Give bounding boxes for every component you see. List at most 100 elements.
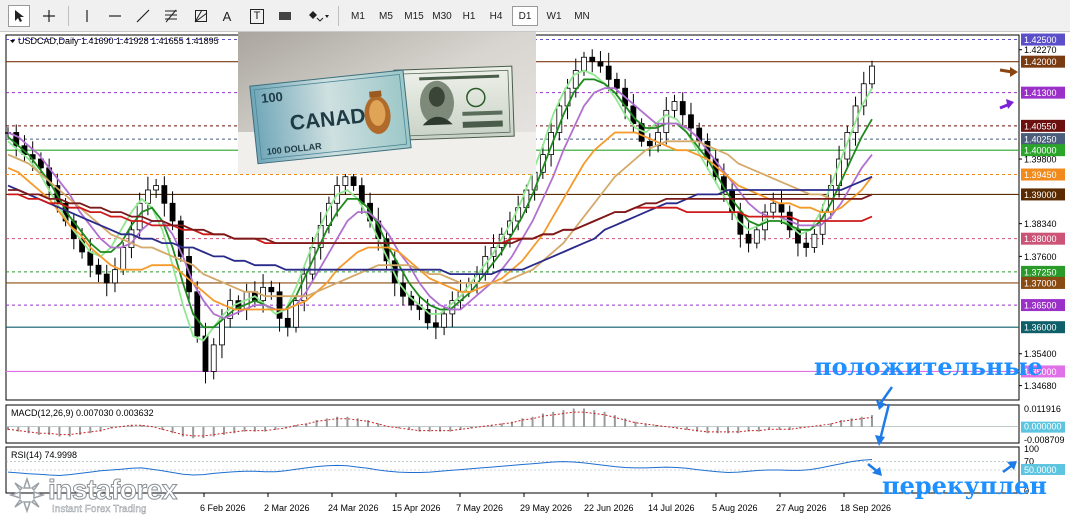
y-axis-label: 1.37600 <box>1024 252 1057 262</box>
cad-note-denomination: 100 <box>260 89 283 106</box>
symbol-header: USDCAD,Daily 1.41690 1.41928 1.41655 1.4… <box>18 36 219 46</box>
annotation-overbought: перекуплен <box>882 471 1047 500</box>
crosshair-icon[interactable] <box>38 5 60 27</box>
candle-body <box>342 176 349 186</box>
candle-body <box>441 313 448 328</box>
candle-body <box>581 56 587 71</box>
timeframe-d1[interactable]: D1 <box>512 6 538 26</box>
candle-body <box>432 322 439 328</box>
canadian-dollar-banknote: 100 CANADA 100 DOLLAR <box>249 69 412 165</box>
x-axis-label: 5 Aug 2026 <box>712 503 758 513</box>
candle-body <box>161 185 168 204</box>
currency-photo: 100 CANADA 100 DOLLAR <box>238 27 536 174</box>
level-price-label: 1.41300 <box>1024 88 1057 98</box>
trendline-icon[interactable] <box>132 5 154 27</box>
x-axis-label: 22 Jun 2026 <box>584 503 634 513</box>
candle-body <box>770 202 777 213</box>
timeframe-m15[interactable]: M15 <box>400 6 428 26</box>
candle-body <box>614 78 620 89</box>
fibonacci-fan-icon[interactable] <box>190 5 212 27</box>
y-axis-label: 1.34680 <box>1024 381 1057 391</box>
toolbar: A T M1 M5 M15 M30 H1 H4 D1 W1 MN <box>0 0 1070 32</box>
horizontal-line-icon[interactable] <box>104 5 126 27</box>
timeframe-m30[interactable]: M30 <box>428 6 456 26</box>
timeframe-mn[interactable]: MN <box>568 6 596 26</box>
timeframe-m5[interactable]: M5 <box>372 6 400 26</box>
timeframe-h1[interactable]: H1 <box>456 6 482 26</box>
candle-body <box>679 101 686 116</box>
x-axis-label: 29 May 2026 <box>520 503 572 513</box>
candle-body <box>589 56 596 63</box>
candle-body <box>210 344 217 372</box>
candle-body <box>663 109 670 133</box>
y-axis-label: 1.39800 <box>1024 155 1057 165</box>
x-axis-label: 2 Mar 2026 <box>264 503 310 513</box>
candle-body <box>144 189 151 204</box>
level-price-label: 1.36500 <box>1024 301 1057 311</box>
candle-body <box>688 114 694 129</box>
candle-body <box>745 233 752 244</box>
instaforex-tagline: Instant Forex Trading <box>52 504 147 515</box>
timeframe-m1[interactable]: M1 <box>344 6 372 26</box>
candle-body <box>803 242 810 248</box>
level-price-label: 1.42000 <box>1024 57 1057 67</box>
x-axis-label: 14 Jul 2026 <box>648 503 695 513</box>
candle-body <box>646 140 653 147</box>
level-price-label: 1.40550 <box>1024 121 1057 131</box>
x-axis-label: 7 May 2026 <box>456 503 503 513</box>
vertical-line-icon[interactable] <box>76 5 98 27</box>
annotation-positive: положительные <box>814 352 1043 381</box>
cursor-icon[interactable] <box>8 5 30 27</box>
y-axis-label: 1.42270 <box>1024 45 1057 55</box>
macd-axis-label: 0.011916 <box>1024 404 1061 414</box>
candle-body <box>120 247 127 271</box>
candle-body <box>268 286 275 293</box>
label-tool-glyph: T <box>249 8 265 24</box>
instaforex-logo-icon <box>8 476 46 514</box>
y-axis-label: 1.38340 <box>1024 219 1057 229</box>
candle-body <box>597 61 604 67</box>
candle-body <box>87 251 94 266</box>
candle-body <box>350 176 357 186</box>
level-price-label: 1.39450 <box>1024 170 1057 180</box>
rsi-axis-label: 100 <box>1024 444 1039 454</box>
level-price-label: 1.37000 <box>1024 278 1057 288</box>
rectangle-icon[interactable] <box>274 5 296 27</box>
level-price-label: 1.39000 <box>1024 190 1057 200</box>
candle-body <box>753 229 760 244</box>
level-price-label: 1.40250 <box>1024 135 1057 145</box>
timeframe-h4[interactable]: H4 <box>482 6 510 26</box>
level-price-label: 1.42500 <box>1024 35 1057 45</box>
label-tool-button[interactable]: T <box>246 5 268 27</box>
candle-body <box>284 317 291 328</box>
candle-body <box>153 185 160 191</box>
us-dollar-banknote <box>393 65 515 141</box>
candle-body <box>671 101 678 111</box>
shapes-dropdown-icon[interactable] <box>304 5 334 27</box>
candle-body <box>869 65 875 85</box>
timeframe-w1[interactable]: W1 <box>540 6 568 26</box>
x-axis-label: 27 Aug 2026 <box>776 503 827 513</box>
x-axis-label: 24 Mar 2026 <box>328 503 379 513</box>
instaforex-brand: instaforex <box>48 474 178 506</box>
level-price-label: 1.38000 <box>1024 234 1057 244</box>
level-price-label: 1.37250 <box>1024 267 1057 277</box>
chart-svg[interactable]: 1.425001.420001.413001.405501.402501.400… <box>0 27 1070 519</box>
x-axis-label: 15 Apr 2026 <box>392 503 441 513</box>
candle-body <box>112 269 118 284</box>
candle-body <box>95 264 102 275</box>
macd-header: MACD(12,26,9) 0.007030 0.003632 <box>11 408 154 418</box>
instaforex-logo: instaforex Instant Forex Trading <box>8 474 208 518</box>
candle-body <box>605 65 612 80</box>
rsi-header: RSI(14) 74.9998 <box>11 450 77 460</box>
candle-body <box>103 273 110 284</box>
candle-body <box>128 229 135 248</box>
candle-body <box>811 233 818 248</box>
x-axis-label: 18 Sep 2026 <box>840 503 891 513</box>
candle-body <box>169 202 176 222</box>
level-price-label: 1.36000 <box>1024 323 1057 333</box>
fibonacci-icon[interactable] <box>160 5 182 27</box>
chart-area[interactable]: 1.42500 1.42000 1.41300 1.40550 1.40250 1.400… <box>0 27 1070 519</box>
text-tool-button[interactable]: A <box>216 5 238 27</box>
candle-body <box>194 291 201 337</box>
